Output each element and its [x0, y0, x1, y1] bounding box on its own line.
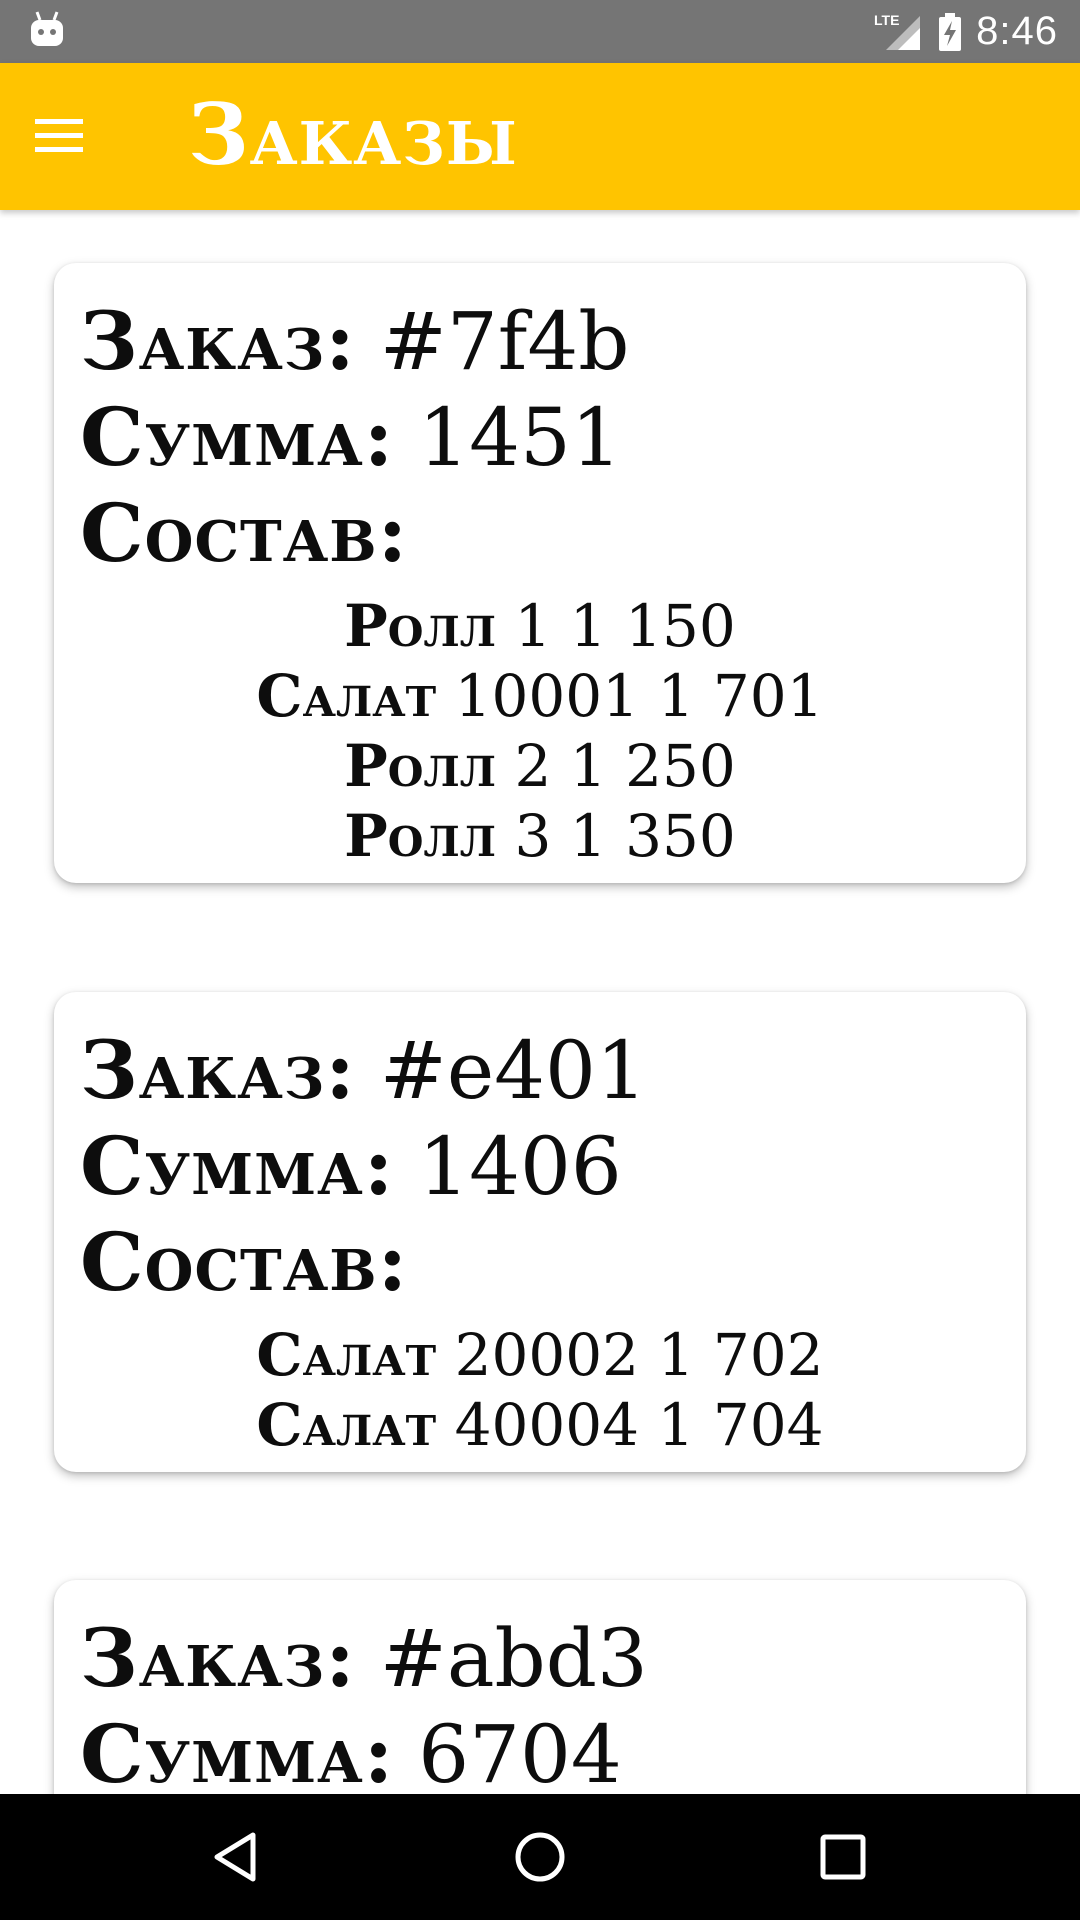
order-sum-row: Сумма: 1451	[80, 389, 1026, 485]
order-sum: 6704	[418, 1708, 622, 1794]
back-button[interactable]	[202, 1824, 268, 1890]
list-item: Ролл 1 1 150	[80, 591, 1000, 661]
item-name: Ролл	[344, 592, 496, 660]
orders-list[interactable]: Заказ: #7f4b Сумма: 1451 Состав: Ролл 1 1 …	[0, 210, 1080, 1794]
item-detail: 3 1 350	[514, 802, 736, 870]
battery-charging-icon	[939, 12, 962, 51]
order-label: Заказ:	[80, 1023, 356, 1117]
order-sum-row: Сумма: 1406	[80, 1118, 1026, 1214]
recents-icon	[820, 1834, 866, 1880]
menu-button[interactable]	[26, 103, 92, 169]
item-detail: 1 1 150	[514, 592, 736, 660]
order-sum: 1451	[418, 391, 622, 484]
item-detail: 20002 1 702	[454, 1321, 824, 1389]
home-icon	[515, 1832, 565, 1882]
items-label: Состав:	[80, 1215, 409, 1309]
sum-label: Сумма:	[80, 1119, 395, 1213]
order-card[interactable]: Заказ: #7f4b Сумма: 1451 Состав: Ролл 1 1 …	[54, 263, 1026, 883]
home-button[interactable]	[507, 1824, 573, 1890]
order-id: #abd3	[379, 1612, 648, 1705]
order-items-row: Состав:	[80, 485, 1026, 581]
order-items: Ролл 1 1 150 Салат 10001 1 701 Ролл 2 1 …	[80, 591, 1000, 871]
items-label: Состав:	[80, 486, 409, 580]
item-detail: 40004 1 704	[454, 1391, 824, 1459]
item-name: Салат	[256, 1321, 437, 1389]
order-id-row: Заказ: #e401	[80, 1022, 1026, 1118]
list-item: Ролл 2 1 250	[80, 731, 1000, 801]
app-bar: Заказы	[0, 63, 1080, 210]
item-detail: 10001 1 701	[454, 662, 824, 730]
status-time: 8:46	[976, 9, 1058, 53]
android-icon	[31, 11, 63, 46]
svg-text:LTE: LTE	[874, 12, 899, 28]
navigation-bar	[0, 1794, 1080, 1920]
item-detail: 2 1 250	[514, 732, 736, 800]
item-name: Ролл	[344, 802, 496, 870]
menu-icon	[35, 119, 83, 152]
item-name: Ролл	[344, 732, 496, 800]
order-id-row: Заказ: #abd3	[80, 1610, 1026, 1706]
status-bar: LTE 8:46	[0, 0, 1080, 63]
order-items-row: Состав:	[80, 1214, 1026, 1310]
order-id: #7f4b	[379, 295, 630, 388]
order-sum: 1406	[418, 1120, 622, 1213]
list-item: Салат 40004 1 704	[80, 1390, 1000, 1460]
item-name: Салат	[256, 1391, 437, 1459]
page-title: Заказы	[188, 85, 518, 184]
recents-button[interactable]	[810, 1824, 876, 1890]
lte-signal-icon: LTE	[874, 12, 921, 50]
order-label: Заказ:	[80, 294, 356, 388]
order-sum-row: Сумма: 6704	[80, 1706, 1026, 1794]
order-card[interactable]: Заказ: #e401 Сумма: 1406 Состав: Салат 200…	[54, 992, 1026, 1472]
order-id: #e401	[379, 1024, 647, 1117]
order-items: Салат 20002 1 702 Салат 40004 1 704	[80, 1320, 1000, 1460]
list-item: Салат 10001 1 701	[80, 661, 1000, 731]
order-label: Заказ:	[80, 1611, 356, 1705]
list-item: Салат 20002 1 702	[80, 1320, 1000, 1390]
order-card[interactable]: Заказ: #abd3 Сумма: 6704	[54, 1580, 1026, 1794]
back-icon	[214, 1832, 256, 1882]
order-id-row: Заказ: #7f4b	[80, 293, 1026, 389]
sum-label: Сумма:	[80, 1707, 395, 1794]
item-name: Салат	[256, 662, 437, 730]
list-item: Ролл 3 1 350	[80, 801, 1000, 871]
sum-label: Сумма:	[80, 390, 395, 484]
